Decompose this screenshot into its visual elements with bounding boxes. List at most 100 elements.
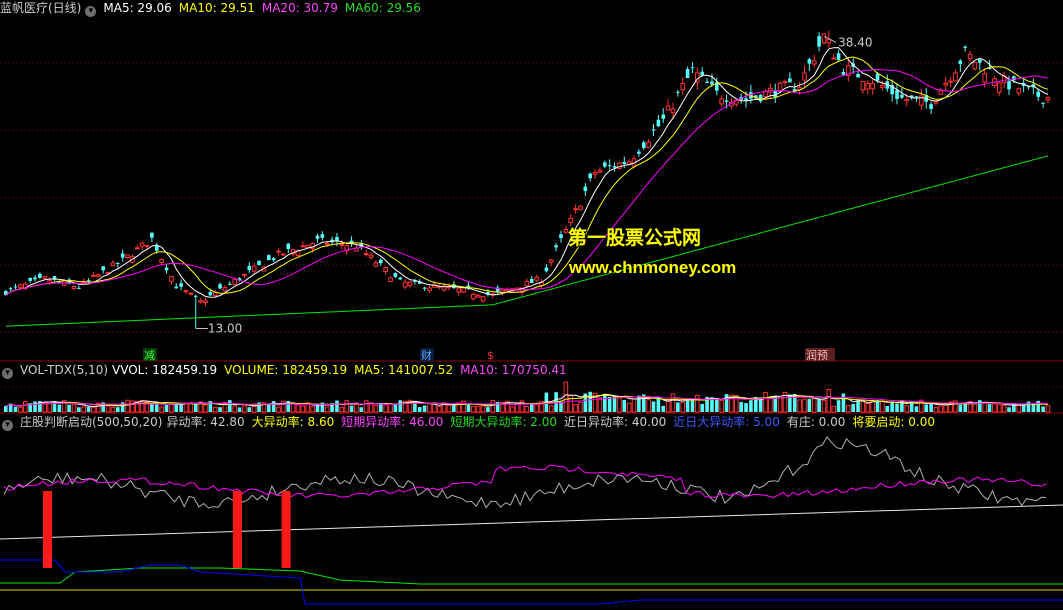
candle (203, 297, 208, 307)
candle (266, 254, 271, 261)
candle (836, 49, 841, 62)
candle (305, 244, 311, 248)
volume-bar (266, 404, 271, 412)
stock-chart[interactable]: 38.40 13.00 减 财 $ 润预 (0, 0, 1063, 610)
volume-bar (1001, 404, 1007, 413)
volume-bar (724, 394, 729, 412)
candle (607, 159, 612, 170)
candle (125, 254, 130, 259)
volume-bar (242, 405, 247, 413)
candle (943, 76, 949, 92)
candle (188, 292, 194, 296)
volume-bar (169, 403, 174, 413)
volume-bar (836, 400, 841, 412)
candle (914, 95, 919, 102)
volume-bar (817, 398, 821, 412)
volume-bar (651, 401, 656, 412)
volume-bar (164, 404, 169, 412)
candle (885, 74, 890, 92)
volume-bar (929, 403, 933, 412)
volume-bar (529, 404, 534, 412)
volume-bar (524, 406, 530, 413)
high-annotation: 38.40 (823, 35, 873, 49)
volume-bar (744, 403, 748, 412)
candle (529, 275, 534, 283)
event-marker-3[interactable]: $ (487, 349, 494, 362)
candle (13, 283, 18, 290)
volume-bar (690, 398, 695, 412)
volume-bar (996, 404, 1002, 413)
candle (933, 100, 939, 106)
volume-bar (607, 396, 612, 412)
candle (559, 230, 563, 243)
volume-bar (452, 404, 456, 412)
candle (198, 298, 203, 304)
watermark-url: www.chnmoney.com (569, 258, 737, 277)
volume-bar (212, 406, 218, 413)
event-marker-2[interactable]: 财 (420, 348, 434, 362)
volume-bar (646, 399, 651, 413)
event-marker-4[interactable]: 润预 (805, 348, 835, 362)
volume-bar (1041, 406, 1045, 412)
volume-bar (534, 404, 539, 413)
candle (38, 272, 42, 280)
volume-bar (588, 391, 592, 412)
candle (300, 241, 306, 248)
volume-bar (310, 406, 315, 413)
volume-bar (860, 400, 866, 413)
volume-bar (749, 400, 753, 412)
event-marker-4-label: 润预 (806, 348, 828, 362)
candle (427, 285, 432, 294)
volume-bar (831, 405, 837, 413)
candle (890, 79, 894, 102)
candle (471, 292, 476, 301)
candle (817, 32, 821, 52)
volume-bar (622, 399, 627, 412)
volume-bar (18, 406, 23, 413)
candle (495, 284, 500, 295)
volume-bar (471, 406, 476, 413)
candle (807, 57, 812, 72)
event-marker-1[interactable]: 减 (143, 348, 157, 362)
candle (139, 241, 145, 251)
candle (398, 276, 403, 280)
volume-bar (1007, 407, 1011, 412)
volume-bar (232, 405, 237, 413)
event-marker-2-label: 财 (421, 348, 432, 362)
volume-bar (821, 399, 827, 413)
candle (52, 275, 57, 281)
volume-bar (665, 400, 671, 413)
volume-bar (846, 404, 851, 413)
candle (413, 278, 417, 285)
volume-bar (661, 405, 666, 412)
candle (622, 156, 627, 169)
volume-bar (685, 399, 690, 412)
volume-bar (388, 403, 393, 413)
volume-bar (130, 400, 135, 413)
volume-bar (91, 406, 96, 413)
volume-bar (81, 406, 87, 413)
volume-bar (631, 398, 637, 413)
candle (183, 289, 189, 295)
volume-bar (637, 395, 641, 412)
volume-bar (963, 403, 967, 412)
candle (242, 273, 247, 279)
volume-bar (422, 405, 427, 412)
candle (402, 279, 408, 290)
volume-bar (461, 400, 466, 413)
volume-bar (958, 404, 963, 412)
volume-bar (57, 404, 62, 412)
candle (788, 72, 792, 83)
low-price-label: 13.00 (208, 322, 242, 336)
volume-bar (509, 406, 515, 413)
volume-bar (247, 407, 252, 412)
high-price-label: 38.40 (838, 35, 872, 49)
candle (1026, 86, 1031, 90)
volume-bar (363, 400, 369, 413)
candle (583, 183, 588, 196)
candle (972, 61, 978, 71)
candle (22, 281, 28, 291)
indicator-lines (0, 436, 1063, 605)
volume-bar (159, 406, 164, 413)
volume-bar (880, 400, 885, 413)
